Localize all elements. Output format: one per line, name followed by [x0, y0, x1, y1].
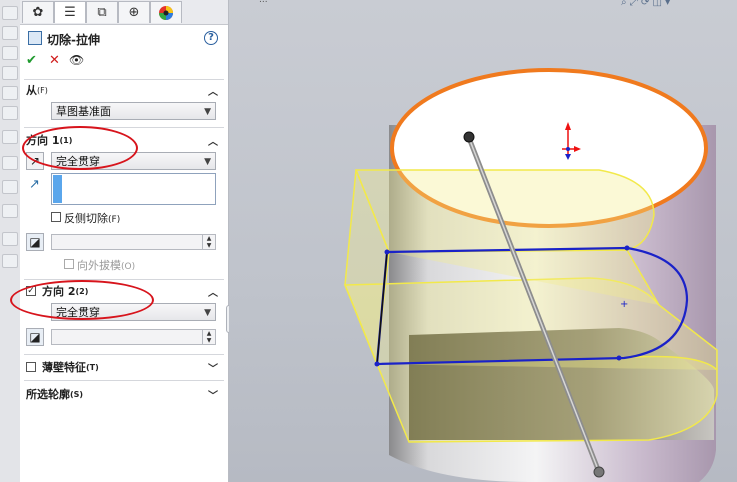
ghost-icon	[2, 66, 18, 80]
sketch-point	[384, 249, 390, 255]
vector-endpoint-handle[interactable]	[463, 131, 475, 143]
thin-feature-checkbox[interactable]	[26, 362, 36, 372]
thin-feature-label: 薄壁特征	[42, 361, 86, 374]
ghost-icon	[2, 204, 18, 218]
cancel-button[interactable]: ✕	[49, 53, 60, 68]
view-toolbar-fragment[interactable]: ⌕ ⤢ ⟳ ◫ ▾	[621, 0, 670, 8]
selected-contours-section-header[interactable]: 所选轮廓 (S) ﹀	[26, 385, 222, 403]
preview-eye-button[interactable]: 👁	[69, 53, 84, 67]
divider	[24, 380, 224, 381]
thin-feature-section-header[interactable]: 薄壁特征 (T) ﹀	[26, 358, 222, 376]
ghost-icon	[2, 254, 18, 268]
arc-center-mark: +	[620, 299, 628, 310]
draft-outward-label: 向外拔模(O)	[77, 259, 136, 272]
help-icon[interactable]: ?	[204, 31, 218, 45]
direction-vector-field[interactable]	[51, 173, 216, 205]
from-select[interactable]: 草图基准面 ▼	[51, 102, 216, 120]
draft-outward-checkbox[interactable]	[64, 259, 74, 269]
feature-title: 切除-拉伸	[47, 33, 100, 47]
direction-arrow-icon: ↗	[29, 177, 40, 192]
vector-endpoint-handle[interactable]	[593, 466, 605, 478]
divider	[24, 279, 224, 280]
ghost-icon	[2, 130, 18, 144]
from-label: 从	[26, 84, 37, 97]
direction2-draft-spinner[interactable]: ▲ ▼	[51, 329, 216, 345]
divider	[24, 79, 224, 80]
sketch-point	[374, 361, 380, 367]
ghost-icon	[2, 46, 18, 60]
feature-manager-tab-icon[interactable]: ✿	[22, 1, 54, 23]
selection-focus-bar	[53, 175, 62, 203]
selected-contours-label: 所选轮廓	[26, 388, 70, 401]
sketch-point	[624, 245, 630, 251]
selected-contours-shortcut: (S)	[70, 389, 84, 399]
thin-feature-shortcut: (T)	[86, 362, 99, 372]
from-shortcut: (F)	[37, 85, 48, 95]
chevron-up-icon[interactable]: ︿	[208, 133, 218, 148]
chevron-down-icon[interactable]: ﹀	[208, 387, 218, 402]
ok-button[interactable]: ✔	[26, 53, 37, 68]
configuration-manager-tab-icon[interactable]: ⧉	[86, 1, 118, 23]
from-section-header[interactable]: 从 (F) ︿	[26, 81, 222, 99]
reverse-cut-label: 反侧切除(F)	[64, 212, 121, 225]
manager-tabs: ✿ ☰ ⧉ ⊕	[20, 0, 228, 25]
chevron-up-icon[interactable]: ︿	[208, 284, 218, 299]
highlight-oval-direction2	[10, 280, 154, 320]
color-wheel-icon	[159, 5, 173, 20]
dimxpert-tab-icon[interactable]: ⊕	[118, 1, 150, 23]
from-value: 草图基准面	[56, 105, 111, 118]
ghost-icon	[2, 26, 18, 40]
breadcrumb-fragment: ...	[259, 0, 268, 5]
chevron-down-icon: ▼	[204, 308, 211, 318]
chevron-down-icon: ▼	[204, 107, 211, 117]
chevron-up-icon[interactable]: ︿	[208, 83, 218, 98]
highlight-oval-direction1	[22, 126, 138, 170]
divider	[24, 354, 224, 355]
spinner-arrows-icon[interactable]: ▲ ▼	[202, 330, 215, 344]
spinner-arrows-icon[interactable]: ▲ ▼	[202, 235, 215, 249]
model-canvas: ... + ⌕ ⤢ ⟳ ◫ ▾	[259, 0, 718, 482]
ghost-icon	[2, 6, 18, 20]
reverse-cut-checkbox[interactable]	[51, 212, 61, 222]
ghost-icon	[2, 156, 18, 170]
property-manager-tab-icon[interactable]: ☰	[54, 1, 86, 23]
cut-extrude-icon	[28, 31, 42, 45]
display-manager-tab-icon[interactable]	[150, 1, 182, 23]
graphics-viewport[interactable]: ... + ⌕ ⤢ ⟳ ◫ ▾	[229, 0, 737, 482]
ghost-icon	[2, 180, 18, 194]
draft-icon[interactable]: ◪	[26, 233, 44, 251]
ghost-icon	[2, 106, 18, 120]
feature-tree-strip	[0, 0, 21, 482]
draft-icon[interactable]: ◪	[26, 328, 44, 346]
draft-angle-spinner[interactable]: ▲ ▼	[51, 234, 216, 250]
chevron-down-icon[interactable]: ﹀	[208, 360, 218, 375]
property-manager-panel: ✿ ☰ ⧉ ⊕ 切除-拉伸 ? ✔ ✕ 👁 从 (F) ︿ 草图基准面 ▼ 方向 1…	[10, 0, 229, 482]
ghost-icon	[2, 86, 18, 100]
ghost-icon	[2, 232, 18, 246]
chevron-down-icon: ▼	[204, 157, 211, 167]
sketch-point	[616, 355, 622, 361]
